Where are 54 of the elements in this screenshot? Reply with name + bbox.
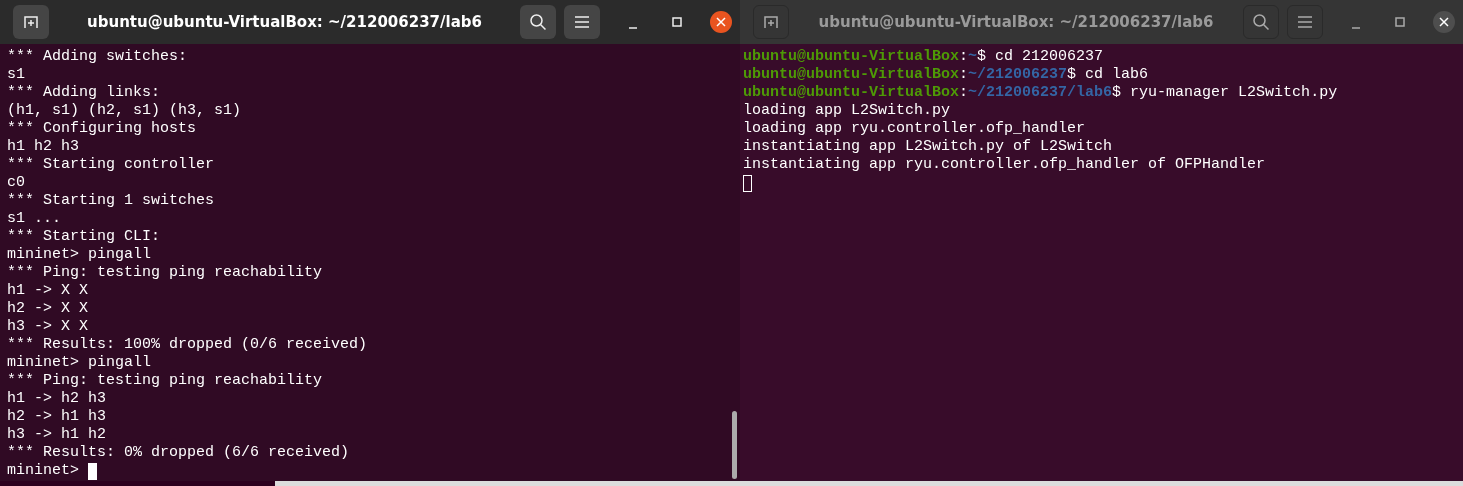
menu-icon	[1298, 16, 1312, 28]
output-line: (h1, s1) (h2, s1) (h3, s1)	[7, 102, 243, 120]
output-line: *** Results: 0% dropped (6/6 received)	[7, 444, 351, 462]
output-line: *** Ping: testing ping reachability	[7, 372, 324, 390]
output-line: s1 ...	[7, 210, 62, 228]
prompt-line: ubuntu@ubuntu-VirtualBox:~$ cd 212006237	[743, 48, 1105, 66]
output-line: h3 -> h1 h2	[7, 426, 108, 444]
window-title: ubuntu@ubuntu-VirtualBox: ~/212006237/lab6	[817, 13, 1215, 31]
new-tab-icon	[23, 14, 39, 30]
output-line: loading app L2Switch.py	[743, 102, 952, 120]
output-line: *** Starting CLI:	[7, 228, 162, 246]
output-line: h2 -> h1 h3	[7, 408, 108, 426]
search-button[interactable]	[520, 5, 556, 39]
window-title: ubuntu@ubuntu-VirtualBox: ~/212006237/lab6	[86, 13, 483, 31]
output-line: *** Ping: testing ping reachability	[7, 264, 324, 282]
close-button[interactable]	[710, 11, 732, 33]
minimize-icon	[1351, 27, 1361, 29]
prompt-line: ubuntu@ubuntu-VirtualBox:~/212006237$ cd lab6	[743, 66, 1150, 84]
output-line: h1 -> X X	[7, 282, 89, 300]
output-line: instantiating app L2Switch.py of L2Switch	[743, 138, 1114, 156]
new-tab-button[interactable]	[13, 5, 49, 39]
prompt-text: mininet>	[7, 462, 80, 480]
output-line: *** Starting controller	[7, 156, 216, 174]
output-line: mininet> pingall	[7, 246, 153, 264]
prompt-line: ubuntu@ubuntu-VirtualBox:~/212006237/lab6$ ryu-manager L2Switch.py	[743, 84, 1339, 102]
output-line: h2 -> X X	[7, 300, 89, 318]
output-line: *** Results: 100% dropped (0/6 received)	[7, 336, 369, 354]
minimize-icon	[628, 27, 638, 29]
search-icon	[529, 13, 547, 31]
scrollbar[interactable]	[732, 411, 737, 479]
output-line: h1 h2 h3	[7, 138, 80, 156]
maximize-icon	[1395, 17, 1405, 27]
new-tab-icon	[763, 14, 779, 30]
output-line: instantiating app ryu.controller.ofp_handler of OFPHandler	[743, 156, 1267, 174]
close-icon	[716, 17, 726, 27]
output-line: loading app ryu.controller.ofp_handler	[743, 120, 1087, 138]
output-line: c0	[7, 174, 26, 192]
output-line: *** Adding switches:	[7, 48, 189, 66]
output-line: *** Adding links:	[7, 84, 162, 102]
menu-icon	[575, 16, 589, 28]
output-line: *** Configuring hosts	[7, 120, 198, 138]
output-line: mininet> pingall	[7, 354, 153, 372]
menu-button[interactable]	[564, 5, 600, 39]
search-button[interactable]	[1243, 5, 1279, 39]
maximize-icon	[672, 17, 682, 27]
output-line: h3 -> X X	[7, 318, 89, 336]
search-icon	[1252, 13, 1270, 31]
output-line: s1	[7, 66, 26, 84]
close-button[interactable]	[1433, 11, 1455, 33]
menu-button[interactable]	[1287, 5, 1323, 39]
output-line: h1 -> h2 h3	[7, 390, 108, 408]
close-icon	[1439, 17, 1449, 27]
new-tab-button[interactable]	[753, 5, 789, 39]
output-line: *** Starting 1 switches	[7, 192, 216, 210]
